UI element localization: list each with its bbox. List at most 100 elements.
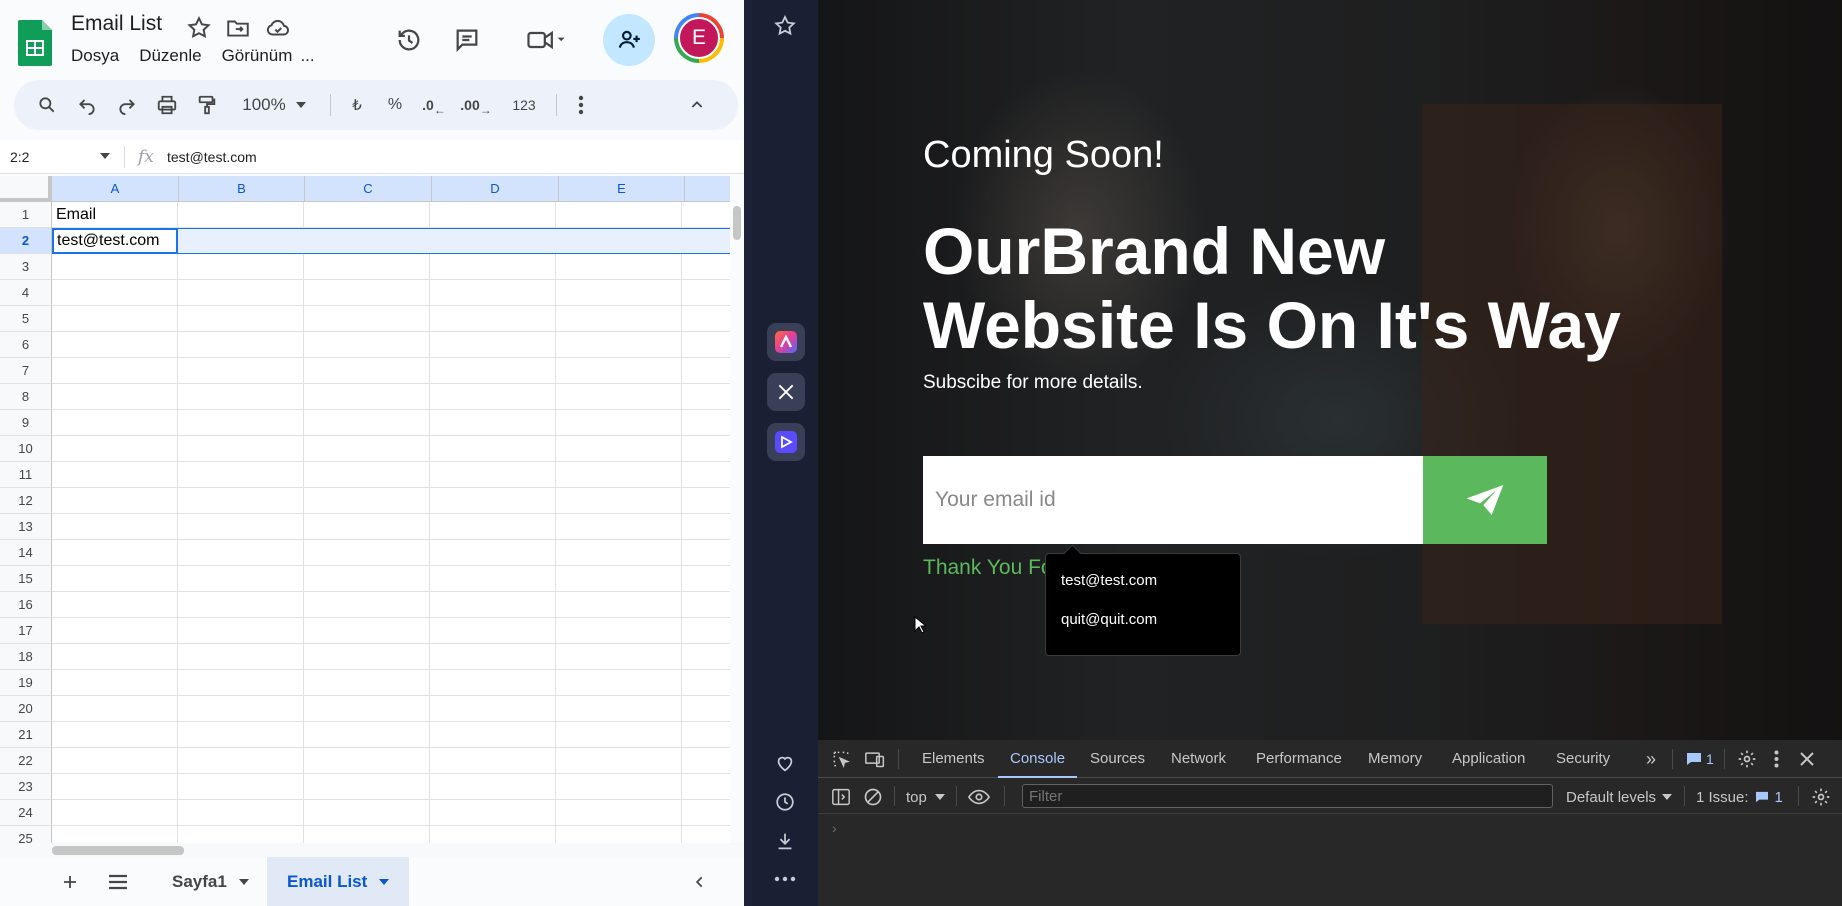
window-divider[interactable] <box>744 0 752 906</box>
row-header[interactable]: 6 <box>0 332 52 358</box>
row-header[interactable]: 18 <box>0 644 52 670</box>
more-vert-icon[interactable] <box>569 80 593 130</box>
live-expression-eye-icon[interactable] <box>966 786 992 808</box>
sheets-logo-icon[interactable] <box>18 20 52 66</box>
cell-a1[interactable]: Email <box>52 202 96 228</box>
row-header[interactable]: 11 <box>0 462 52 488</box>
undo-icon[interactable] <box>72 80 102 130</box>
vertical-scroll-thumb[interactable] <box>733 206 741 240</box>
spreadsheet-grid[interactable]: A B C D E 1 2 3 4 5 6 7 8 9 10 11 12 13 14 15 16 17 18 19 2… <box>0 176 730 843</box>
column-header-c[interactable]: C <box>305 176 432 202</box>
row-header[interactable]: 24 <box>0 800 52 826</box>
percent-format-button[interactable]: % <box>382 80 408 130</box>
row-header[interactable]: 14 <box>0 540 52 566</box>
menu-file[interactable]: Dosya <box>71 46 119 66</box>
console-filter-input[interactable] <box>1022 784 1553 808</box>
row-header[interactable]: 23 <box>0 774 52 800</box>
avatar[interactable]: E <box>674 13 724 63</box>
row-header[interactable]: 9 <box>0 410 52 436</box>
row-header[interactable]: 3 <box>0 254 52 280</box>
star-icon[interactable] <box>186 15 212 41</box>
row-header[interactable]: 10 <box>0 436 52 462</box>
app-shortcut-play-icon[interactable] <box>767 423 805 461</box>
increase-decimal-button[interactable]: .00 → <box>458 80 494 130</box>
heart-icon[interactable] <box>767 745 803 781</box>
autocomplete-option[interactable]: quit@quit.com <box>1061 611 1157 628</box>
devtools-tab-performance[interactable]: Performance <box>1256 740 1342 778</box>
menu-more[interactable]: ... <box>300 46 314 66</box>
paint-format-icon[interactable] <box>192 80 222 130</box>
column-header-e[interactable]: E <box>559 176 685 202</box>
move-folder-icon[interactable] <box>225 15 251 41</box>
email-input[interactable] <box>923 456 1423 544</box>
row-header[interactable]: 22 <box>0 748 52 774</box>
devtools-tab-console[interactable]: Console <box>997 740 1078 778</box>
row-header[interactable]: 16 <box>0 592 52 618</box>
devtools-menu-icon[interactable] <box>1768 748 1784 770</box>
decrease-decimal-button[interactable]: .0 ← <box>418 80 450 130</box>
collapse-toolbar-icon[interactable] <box>682 80 712 130</box>
add-sheet-icon[interactable] <box>56 869 84 895</box>
vertical-scrollbar[interactable] <box>730 176 744 843</box>
row-header[interactable]: 7 <box>0 358 52 384</box>
clear-console-icon[interactable] <box>862 786 884 808</box>
devtools-tab-elements[interactable]: Elements <box>922 740 985 778</box>
inspect-element-icon[interactable] <box>830 748 852 770</box>
menu-edit[interactable]: Düzenle <box>139 46 201 66</box>
row-header[interactable]: 20 <box>0 696 52 722</box>
all-sheets-icon[interactable] <box>104 869 132 895</box>
select-all-corner[interactable] <box>0 176 52 202</box>
row-header[interactable]: 1 <box>0 202 52 228</box>
redo-icon[interactable] <box>112 80 142 130</box>
context-select[interactable]: top <box>906 786 945 808</box>
cell-grid[interactable] <box>52 202 730 843</box>
row-header[interactable]: 15 <box>0 566 52 592</box>
row-header[interactable]: 25 <box>0 826 52 843</box>
console-prompt[interactable]: › <box>832 820 837 836</box>
column-header-a[interactable]: A <box>52 176 179 202</box>
download-icon[interactable] <box>767 823 803 859</box>
column-header-b[interactable]: B <box>179 176 305 202</box>
row-header[interactable]: 17 <box>0 618 52 644</box>
search-icon[interactable] <box>32 80 62 130</box>
column-header-d[interactable]: D <box>432 176 559 202</box>
horizontal-scrollbar[interactable] <box>0 843 744 857</box>
console-settings-gear-icon[interactable] <box>1810 786 1832 808</box>
menu-view[interactable]: Görünüm <box>222 46 293 66</box>
sheet-tab-email-list[interactable]: Email List <box>267 857 410 906</box>
devtools-tab-network[interactable]: Network <box>1171 740 1226 778</box>
horizontal-scroll-thumb[interactable] <box>52 846 184 855</box>
settings-gear-icon[interactable] <box>1736 748 1758 770</box>
meet-button[interactable] <box>516 20 576 60</box>
devtools-tab-memory[interactable]: Memory <box>1368 740 1422 778</box>
number-format-button[interactable]: 123 <box>504 80 544 130</box>
share-button[interactable] <box>603 14 655 66</box>
cell-a2-selected[interactable]: test@test.com <box>52 228 178 254</box>
autocomplete-option[interactable]: test@test.com <box>1061 572 1157 589</box>
document-title[interactable]: Email List <box>71 12 162 36</box>
x-twitter-icon[interactable] <box>767 373 805 411</box>
row-header[interactable]: 12 <box>0 488 52 514</box>
log-levels-select[interactable]: Default levels <box>1566 786 1673 808</box>
favorites-star-icon[interactable] <box>767 8 803 44</box>
version-history-icon[interactable] <box>388 20 430 60</box>
issues-counter[interactable]: 1 Issue: 1 <box>1696 786 1783 808</box>
row-header[interactable]: 5 <box>0 306 52 332</box>
row-header[interactable]: 21 <box>0 722 52 748</box>
formula-input[interactable]: test@test.com <box>167 149 257 165</box>
comments-icon[interactable] <box>446 20 488 60</box>
history-clock-icon[interactable] <box>767 784 803 820</box>
cloud-saved-icon[interactable] <box>265 15 291 41</box>
name-box-caret-icon[interactable] <box>100 153 110 159</box>
row-header[interactable]: 2 <box>0 228 52 254</box>
print-icon[interactable] <box>152 80 182 130</box>
name-box[interactable]: 2:2 <box>10 149 29 165</box>
messages-badge[interactable]: 1 <box>1686 751 1714 767</box>
devtools-tab-security[interactable]: Security <box>1556 740 1610 778</box>
row-header[interactable]: 13 <box>0 514 52 540</box>
more-horiz-icon[interactable] <box>767 861 803 897</box>
sheet-tab-sayfa1[interactable]: Sayfa1 <box>152 857 269 906</box>
zoom-select[interactable]: 100% <box>236 80 312 130</box>
row-header[interactable]: 19 <box>0 670 52 696</box>
devtools-tab-sources[interactable]: Sources <box>1090 740 1145 778</box>
